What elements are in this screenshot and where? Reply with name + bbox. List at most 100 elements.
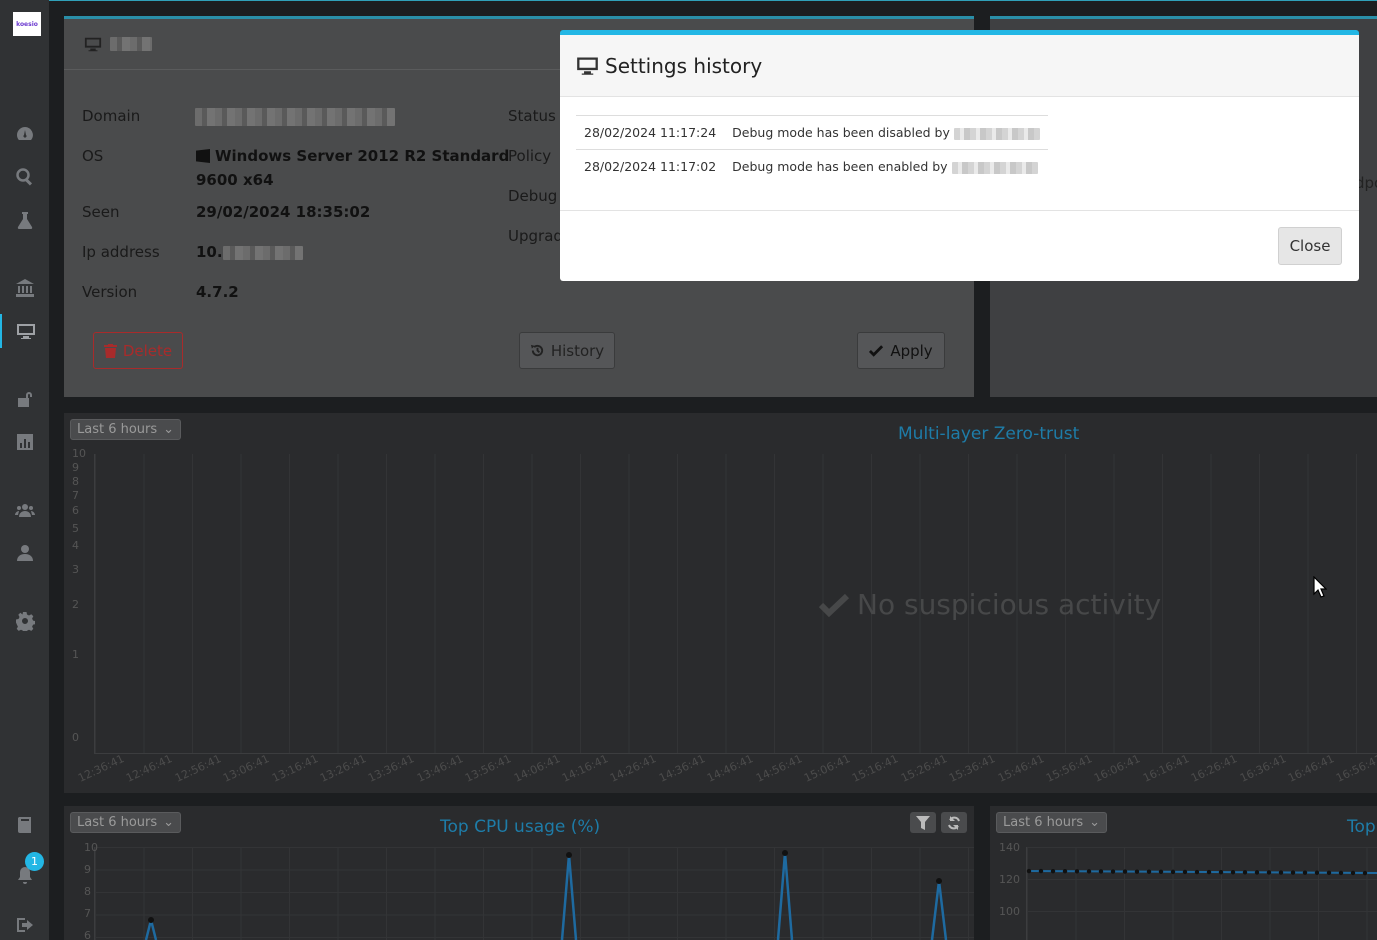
- history-button[interactable]: History: [519, 332, 615, 369]
- debug-label: Debug: [508, 187, 558, 205]
- time-range-select[interactable]: Last 6 hours ⌄: [70, 812, 182, 833]
- empty-state: No suspicious activity: [819, 588, 1161, 621]
- data-point: [1362, 870, 1368, 876]
- chevron-down-icon: ⌄: [1089, 815, 1101, 830]
- zero-trust-chart: Last 6 hours ⌄ Multi-layer Zero-trust 10 9…: [64, 413, 1377, 793]
- mouse-cursor-icon: [1313, 576, 1327, 598]
- unlock-icon[interactable]: [0, 382, 49, 416]
- users-icon[interactable]: [0, 493, 49, 527]
- data-point: [1086, 869, 1092, 874]
- y-tick: 1: [72, 648, 79, 661]
- history-time: 28/02/2024 11:17:02: [576, 149, 725, 183]
- data-point: [1326, 870, 1332, 876]
- version-value: 4.7.2: [196, 283, 239, 301]
- y-tick: 0: [72, 731, 79, 744]
- cpu-line: [144, 850, 948, 940]
- ip-value-redacted: [222, 245, 303, 260]
- x-tick: 15:06:41: [802, 752, 853, 785]
- filter-icon: [916, 815, 930, 830]
- data-point: [1194, 869, 1200, 875]
- data-point: [1302, 870, 1308, 875]
- chart-grid: [94, 454, 1377, 754]
- data-point: [1218, 869, 1224, 875]
- bank-icon[interactable]: [0, 271, 49, 305]
- flask-icon[interactable]: [0, 203, 49, 237]
- data-point: [1050, 868, 1056, 874]
- x-tick: 16:26:41: [1189, 752, 1240, 785]
- top-chart: Last 6 hours ⌄ Top 140 120 100: [990, 806, 1377, 940]
- y-tick: 100: [999, 905, 1020, 918]
- refresh-button[interactable]: [941, 812, 967, 833]
- x-tick: 16:36:41: [1237, 752, 1288, 785]
- os-label: OS: [82, 147, 104, 165]
- x-tick: 14:06:41: [511, 752, 562, 785]
- x-tick: 13:36:41: [366, 752, 417, 785]
- x-tick: 15:26:41: [898, 752, 950, 785]
- desktop-icon: [577, 57, 598, 75]
- x-tick: 12:46:41: [124, 752, 175, 785]
- os-value-line2: 9600 x64: [196, 171, 274, 189]
- x-tick: 13:46:41: [414, 752, 466, 785]
- data-point: [1026, 868, 1032, 874]
- modal-title: Settings history: [605, 53, 763, 78]
- data-point: [1122, 869, 1128, 874]
- y-tick: 8: [72, 475, 79, 488]
- book-icon[interactable]: [0, 808, 49, 842]
- data-point: [1266, 870, 1272, 875]
- ip-label: Ip address: [82, 243, 160, 261]
- y-tick: 9: [72, 461, 79, 474]
- bar-chart-icon[interactable]: [0, 425, 49, 459]
- x-tick: 15:56:41: [1044, 752, 1095, 785]
- data-point: [566, 852, 572, 858]
- desktop-icon[interactable]: [0, 314, 49, 348]
- time-range-select[interactable]: Last 6 hours ⌄: [996, 812, 1108, 833]
- app-logo[interactable]: koesio: [13, 12, 41, 36]
- history-event-text: Debug mode has been enabled by: [732, 159, 948, 174]
- delete-button[interactable]: Delete: [93, 332, 183, 369]
- desktop-icon: [84, 37, 102, 52]
- user-icon[interactable]: [0, 536, 49, 570]
- x-tick: 16:56:41: [1334, 752, 1377, 785]
- y-tick: 6: [84, 929, 91, 940]
- filter-button[interactable]: [910, 812, 936, 833]
- empty-state-message: No suspicious activity: [857, 588, 1162, 621]
- close-button[interactable]: Close: [1278, 227, 1342, 265]
- x-tick: 16:46:41: [1286, 752, 1337, 785]
- x-tick: 14:26:41: [608, 752, 659, 785]
- y-tick: 7: [84, 907, 91, 920]
- seen-label: Seen: [82, 203, 120, 221]
- dashboard-icon[interactable]: [0, 117, 49, 151]
- gear-icon[interactable]: [0, 604, 49, 638]
- os-value: Windows Server 2012 R2 Standard: [196, 144, 509, 168]
- domain-value-redacted: [195, 108, 395, 126]
- notification-badge[interactable]: 1: [25, 852, 44, 871]
- x-tick: 14:56:41: [753, 752, 804, 785]
- version-label: Version: [82, 283, 138, 301]
- history-table: 28/02/2024 11:17:24 Debug mode has been …: [576, 115, 1048, 183]
- y-tick: 10: [72, 447, 86, 460]
- data-point: [1146, 869, 1152, 874]
- x-tick: 15:36:41: [947, 752, 998, 785]
- data-point: [1230, 870, 1236, 875]
- data-point: [1242, 870, 1248, 875]
- history-button-label: History: [550, 341, 605, 360]
- seen-value: 29/02/2024 18:35:02: [196, 203, 371, 221]
- search-icon[interactable]: [0, 160, 49, 194]
- chevron-down-icon: ⌄: [163, 815, 175, 830]
- x-tick: 16:16:41: [1140, 752, 1192, 785]
- data-point: [1278, 870, 1284, 875]
- y-tick: 140: [999, 841, 1020, 854]
- delete-button-label: Delete: [122, 341, 173, 360]
- time-range-select[interactable]: Last 6 hours ⌄: [70, 419, 182, 440]
- data-point: [1314, 870, 1320, 875]
- data-point: [1158, 869, 1164, 875]
- data-point: [1182, 869, 1188, 875]
- cpu-usage-chart: Last 6 hours ⌄ Top CPU usage (%) 10 9 8 7 6: [64, 806, 974, 940]
- logout-icon[interactable]: [0, 908, 49, 940]
- apply-button[interactable]: Apply: [857, 332, 945, 369]
- y-tick: 2: [72, 598, 79, 611]
- x-tick: 14:16:41: [560, 752, 611, 785]
- check-icon: [869, 345, 884, 357]
- chevron-down-icon: ⌄: [163, 422, 175, 437]
- y-tick: 3: [72, 563, 79, 576]
